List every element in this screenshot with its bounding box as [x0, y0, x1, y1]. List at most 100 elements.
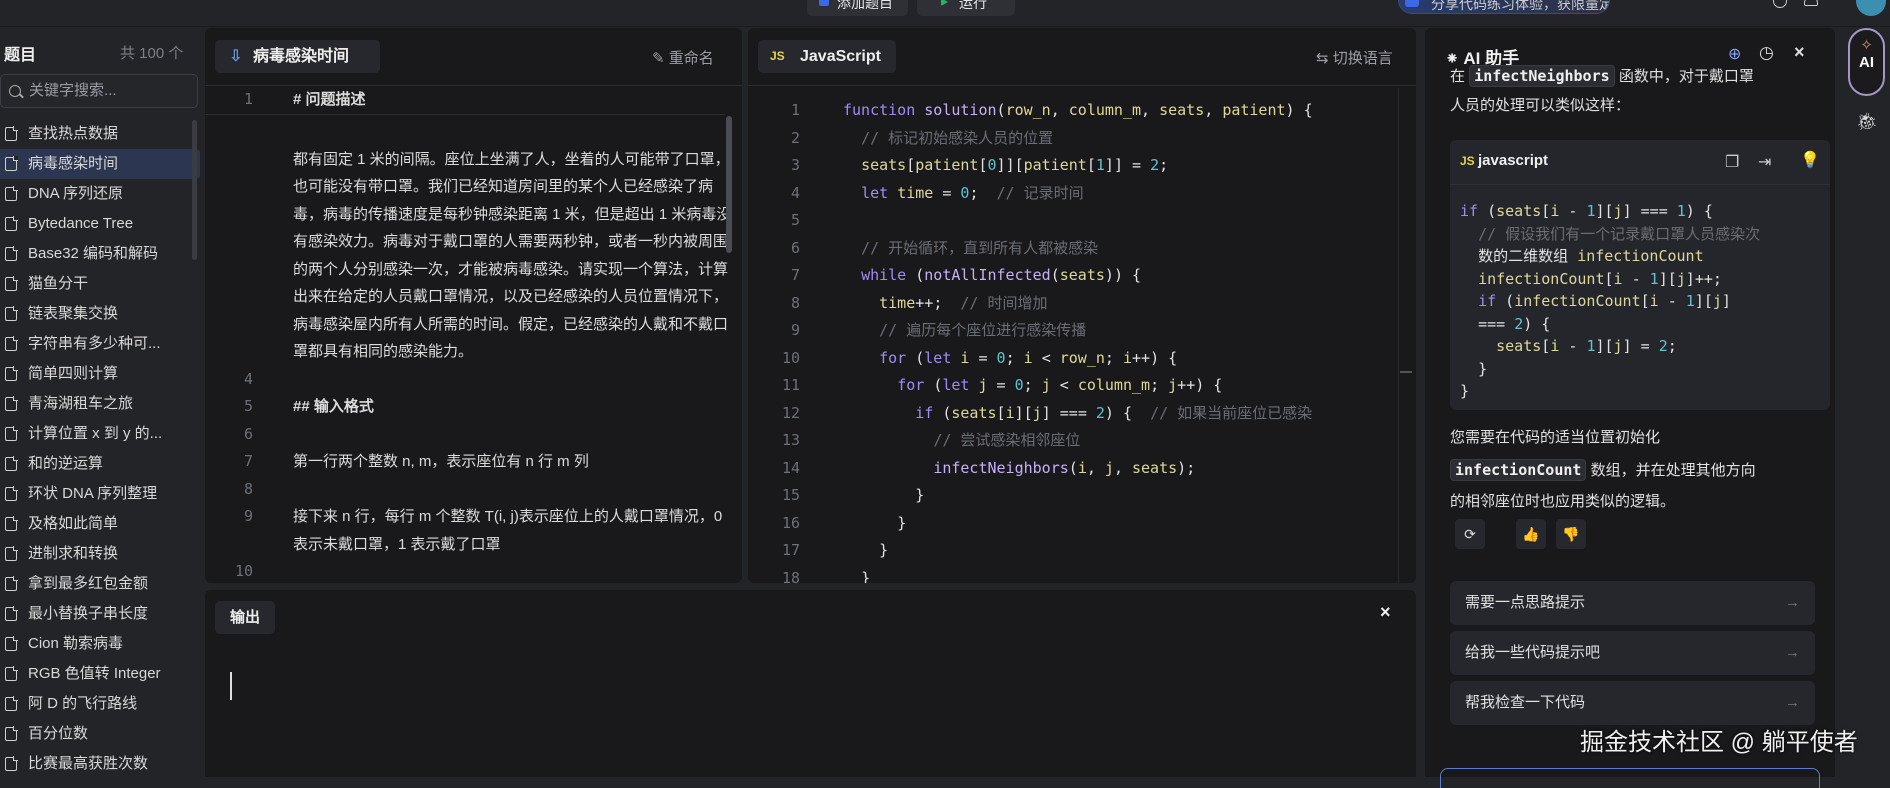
run-button[interactable]: 运行 — [917, 0, 1015, 16]
rename-button[interactable]: ✎ 重命名 — [652, 47, 714, 68]
bell-icon[interactable] — [1804, 0, 1818, 6]
code-text: } — [843, 510, 906, 538]
ai-intro: 在 infectNeighbors 函数中，对于戴口罩 — [1450, 60, 1754, 93]
tab-output[interactable]: 输出 — [215, 601, 275, 634]
code-token: j — [1613, 337, 1623, 355]
code-token: = — [1640, 337, 1650, 355]
sidebar-item[interactable]: 环状 DNA 序列整理 — [0, 479, 200, 509]
avatar[interactable] — [1856, 0, 1886, 16]
document-icon — [5, 606, 18, 621]
line-number: 5 — [790, 211, 800, 229]
sidebar-item[interactable]: 拿到最多红包金额 — [0, 569, 200, 599]
sidebar-item-label: 计算位置 x 到 y 的... — [28, 425, 163, 442]
switch-language-button[interactable]: ⇆ 切换语言 — [1316, 47, 1393, 68]
js-icon: JS — [1460, 154, 1479, 168]
sidebar-item[interactable]: 猫鱼分干 — [0, 269, 200, 299]
suggestion-button[interactable]: 给我一些代码提示吧 → — [1450, 631, 1815, 675]
sidebar-item[interactable]: 最小替换子串长度 — [0, 599, 200, 629]
sidebar-item[interactable]: 及格如此简单 — [0, 509, 200, 539]
ai-code: if (seats[i - 1][j] === 1) { // 假设我们有一个记… — [1460, 200, 1760, 403]
suggestion-button[interactable]: 需要一点思路提示 → — [1450, 581, 1815, 625]
sidebar-item[interactable]: Base32 编码和解码 — [0, 239, 200, 269]
sidebar-scrollbar[interactable] — [192, 120, 197, 260]
lightbulb-icon[interactable]: 💡 — [1800, 150, 1820, 170]
code-area[interactable]: 1 function solution(row_n, column_m, seat… — [748, 97, 1416, 583]
sidebar-item[interactable]: 青海湖租车之旅 — [0, 389, 200, 419]
help-icon[interactable] — [1773, 0, 1787, 8]
sidebar-item[interactable]: Bytedance Tree — [0, 209, 200, 239]
problem-sidebar: 题目 共 100 个 关键字搜索... 查找热点数据 病毒感染时间 DNA 序列还原… — [0, 27, 205, 777]
thumbs-down-icon[interactable]: 👎 — [1556, 519, 1586, 549]
sidebar-item[interactable]: 和的逆运算 — [0, 449, 200, 479]
code-token: if — [1478, 292, 1497, 310]
line-number: 7 — [790, 266, 800, 284]
code-token: = — [1496, 314, 1506, 333]
regenerate-icon[interactable]: ⟳ — [1455, 519, 1485, 549]
ai-text: 在 — [1450, 68, 1466, 85]
bug-icon[interactable]: 🐞︎ — [1856, 112, 1878, 132]
suggestion-button[interactable]: 帮我检查一下代码 → — [1450, 681, 1815, 725]
sidebar-item[interactable]: 查找热点数据 — [0, 119, 200, 149]
line-number: 9 — [243, 507, 253, 525]
code-token: ] — [1041, 403, 1051, 422]
promo-banner[interactable]: 分享代码练习体验，获限量定制周边 — [1398, 0, 1610, 14]
download-arrow-icon: ⇩ — [229, 48, 243, 65]
ai-assistant-panel: ⁕ AI 助手 ⊕ ◷ × 在 infectNeighbors 函数中，对于戴口… — [1425, 28, 1835, 788]
tab-language[interactable]: JS JavaScript — [758, 40, 896, 73]
sidebar-item[interactable]: Cion 勒索病毒 — [0, 629, 200, 659]
insert-code-icon[interactable]: ⇥ — [1758, 152, 1771, 172]
code-token: j — [978, 376, 988, 394]
code-token: j — [1676, 269, 1686, 288]
sidebar-item[interactable]: 百分位数 — [0, 719, 200, 749]
copy-icon[interactable]: ❐ — [1725, 152, 1739, 172]
sidebar-item[interactable]: 进制求和转换 — [0, 539, 200, 569]
sidebar-item[interactable]: DNA 序列还原 — [0, 179, 200, 209]
sidebar-item[interactable]: 链表聚集交换 — [0, 299, 200, 329]
search-input[interactable]: 关键字搜索... — [0, 74, 198, 108]
sidebar-title: 题目 — [4, 47, 37, 64]
add-problem-button[interactable]: 添加题目 — [807, 0, 908, 16]
code-token: seats — [1496, 202, 1542, 220]
code-token: i — [1613, 269, 1623, 288]
sidebar-item[interactable]: 简单四则计算 — [0, 359, 200, 389]
problem-text: ## 输入格式 — [293, 398, 374, 415]
line-number: 12 — [781, 403, 800, 422]
history-icon[interactable]: ◷ — [1759, 43, 1774, 63]
code-token: [ — [1703, 292, 1713, 310]
sidebar-item[interactable]: 比赛最高获胜次数 — [0, 749, 200, 779]
tab-problem[interactable]: ⇩ 病毒感染时间 — [215, 40, 380, 73]
sidebar-item[interactable]: RGB 色值转 Integer — [0, 659, 200, 689]
sidebar-item[interactable]: 计算位置 x 到 y 的... — [0, 419, 200, 449]
code-token: row_n — [1059, 348, 1105, 367]
sidebar-item-label: 进制求和转换 — [28, 545, 119, 562]
problem-count: 共 100 个 — [120, 45, 184, 62]
top-bar: 添加题目 运行 分享代码练习体验，获限量定制周边 — [0, 0, 1890, 27]
code-comment: // 尝试感染相邻座位 — [933, 431, 1081, 449]
text-cursor[interactable] — [230, 672, 232, 700]
code-token: 0 — [1014, 376, 1024, 394]
chat-input[interactable] — [1440, 768, 1820, 788]
ai-code-line: infectionCount[i - 1][j]++; — [1460, 268, 1760, 291]
code-token: let — [942, 376, 970, 394]
code-token: [ — [1604, 337, 1614, 355]
close-output-icon[interactable]: × — [1380, 602, 1391, 623]
code-token: ; — [1186, 458, 1196, 477]
line-number: 3 — [790, 156, 800, 174]
code-token: = — [1640, 202, 1650, 220]
close-ai-icon[interactable]: × — [1794, 42, 1805, 63]
ai-toggle-button[interactable]: ✧ AI — [1848, 28, 1885, 96]
banner-text: 分享代码练习体验，获限量定制周边 — [1431, 0, 1609, 12]
sidebar-item[interactable]: 字符串有多少种可... — [0, 329, 200, 359]
thumbs-up-icon[interactable]: 👍 — [1516, 519, 1546, 549]
problem-scrollbar[interactable] — [726, 116, 732, 253]
sidebar-item[interactable]: 病毒感染时间 — [0, 149, 200, 179]
document-icon — [5, 276, 18, 291]
sidebar-item[interactable]: 阿 D 的飞行路线 — [0, 689, 200, 719]
code-token: , — [1204, 101, 1214, 119]
code-token: patient — [1023, 156, 1087, 174]
